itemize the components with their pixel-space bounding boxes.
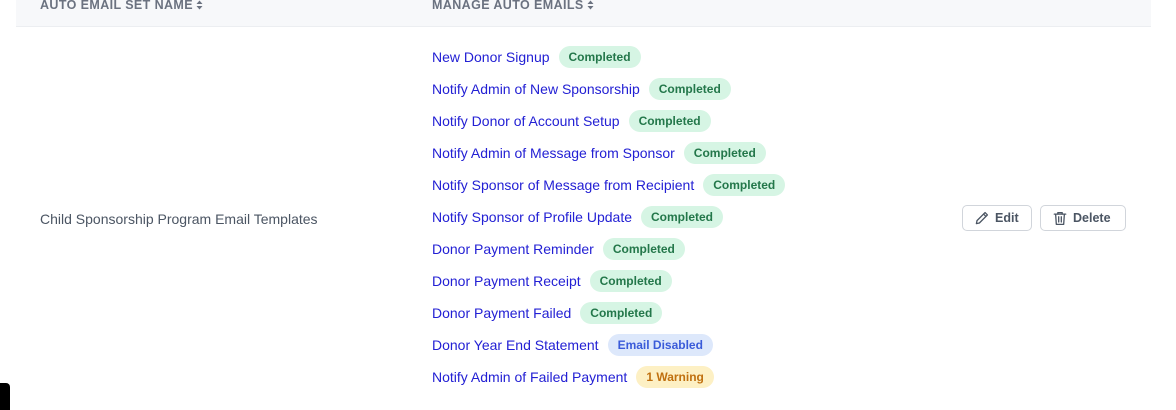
status-badge: Email Disabled	[607, 334, 713, 356]
list-item: Notify Admin of New Sponsorship Completed	[432, 73, 785, 105]
pencil-icon	[975, 211, 989, 225]
column-header-set-name-label: AUTO EMAIL SET NAME	[40, 0, 193, 12]
status-badge: Completed	[628, 110, 711, 132]
auto-email-link[interactable]: Donor Payment Reminder	[432, 241, 594, 257]
list-item: Notify Donor of Account Setup Completed	[432, 105, 785, 137]
sort-icon[interactable]	[196, 0, 203, 10]
auto-email-link[interactable]: Donor Payment Failed	[432, 305, 571, 321]
edit-button[interactable]: Edit	[962, 205, 1032, 231]
status-badge: Completed	[641, 206, 724, 228]
column-header-manage-emails-label: MANAGE AUTO EMAILS	[432, 0, 584, 12]
sort-icon[interactable]	[587, 0, 594, 10]
status-badge: Completed	[703, 174, 786, 196]
auto-email-link[interactable]: Donor Payment Receipt	[432, 273, 581, 289]
status-badge: Completed	[589, 270, 672, 292]
table-header: AUTO EMAIL SET NAME MANAGE AUTO EMAILS	[16, 0, 1151, 27]
list-item: Donor Year End Statement Email Disabled	[432, 329, 785, 361]
auto-email-list: New Donor Signup Completed Notify Admin of…	[432, 41, 786, 393]
delete-button-label: Delete	[1073, 211, 1111, 225]
list-item: New Donor Signup Completed	[432, 41, 785, 73]
auto-email-link[interactable]: New Donor Signup	[432, 49, 550, 65]
corner-widget	[0, 383, 10, 410]
list-item: Notify Sponsor of Profile Update Complete…	[432, 201, 785, 233]
status-badge: Completed	[648, 78, 731, 100]
column-header-set-name[interactable]: AUTO EMAIL SET NAME	[40, 0, 203, 12]
edit-button-label: Edit	[995, 211, 1019, 225]
status-badge: Completed	[580, 302, 663, 324]
list-item: Notify Admin of Message from Sponsor Comp…	[432, 137, 785, 169]
list-item: Donor Payment Failed Completed	[432, 297, 785, 329]
auto-email-link[interactable]: Notify Admin of Failed Payment	[432, 369, 627, 385]
list-item: Donor Payment Reminder Completed	[432, 233, 785, 265]
email-set-name: Child Sponsorship Program Email Template…	[40, 211, 318, 227]
status-badge: Completed	[558, 46, 641, 68]
status-badge: 1 Warning	[636, 366, 714, 388]
status-badge: Completed	[602, 238, 685, 260]
auto-email-link[interactable]: Notify Sponsor of Profile Update	[432, 209, 632, 225]
auto-email-link[interactable]: Notify Sponsor of Message from Recipient	[432, 177, 694, 193]
list-item: Notify Sponsor of Message from Recipient…	[432, 169, 786, 201]
auto-email-sets-page: AUTO EMAIL SET NAME MANAGE AUTO EMAILS C…	[0, 0, 1176, 410]
trash-icon	[1053, 211, 1067, 225]
column-header-manage-emails[interactable]: MANAGE AUTO EMAILS	[432, 0, 594, 12]
delete-button[interactable]: Delete	[1040, 205, 1126, 231]
list-item: Donor Payment Receipt Completed	[432, 265, 785, 297]
auto-email-link[interactable]: Notify Admin of New Sponsorship	[432, 81, 640, 97]
auto-email-link[interactable]: Donor Year End Statement	[432, 337, 599, 353]
auto-email-link[interactable]: Notify Admin of Message from Sponsor	[432, 145, 675, 161]
auto-email-link[interactable]: Notify Donor of Account Setup	[432, 113, 620, 129]
list-item: Notify Admin of Failed Payment 1 Warning	[432, 361, 785, 393]
status-badge: Completed	[683, 142, 766, 164]
